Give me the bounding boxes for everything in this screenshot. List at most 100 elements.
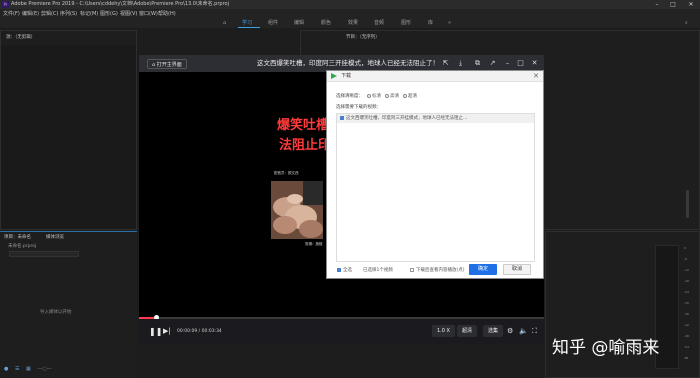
speed-button[interactable]: 1.0 X xyxy=(432,325,455,337)
menu-clip[interactable]: 剪辑(C) xyxy=(41,9,58,19)
icon-view-icon[interactable]: ▦ xyxy=(26,366,31,372)
source-panel-tab[interactable]: 源：（无剪辑） xyxy=(6,34,35,40)
open-after-label: 下载后查看内容播放(点) xyxy=(416,268,465,273)
workspace-color[interactable]: 颜色 xyxy=(321,19,331,28)
workspace-graphics[interactable]: 图形 xyxy=(401,19,411,28)
video-list: 这文西爆笑吐槽，印度阿三开挂模式，地球人已经无法阻止... xyxy=(336,113,535,262)
download-icon[interactable]: ⤓ xyxy=(456,59,465,68)
workspace-assembly[interactable]: 组件 xyxy=(268,19,278,28)
active-workspace-indicator xyxy=(238,27,260,28)
menu-file[interactable]: 文件(F) xyxy=(3,9,20,19)
select-all-checkbox[interactable]: 全选 xyxy=(337,267,352,273)
list-item[interactable]: 这文西爆笑吐槽，印度阿三开挂模式，地球人已经无法阻止... xyxy=(337,114,534,123)
pip-icon[interactable]: ⧉ xyxy=(473,59,482,68)
radio-icon xyxy=(403,93,407,98)
menu-marker[interactable]: 标记(M) xyxy=(80,9,98,19)
open-main-ui-button[interactable]: ⌂ 打开主界面 xyxy=(147,59,187,69)
minimize-icon[interactable]: – xyxy=(650,0,664,9)
menu-view[interactable]: 视图(V) xyxy=(120,9,137,19)
program-panel-tab[interactable]: 节目：（无序列） xyxy=(346,34,380,40)
quality-button[interactable]: 超清 xyxy=(457,325,478,337)
close-icon[interactable]: ✕ xyxy=(530,59,539,68)
video-headline-line2: 法阻止印 xyxy=(279,138,332,153)
project-toolbar: ● ☰ ▦ —○— xyxy=(4,366,52,372)
open-after-checkbox[interactable]: 下载后查看内容播放(点) xyxy=(410,267,465,273)
video-thumbnail xyxy=(271,181,323,239)
premiere-logo-icon: Pr xyxy=(2,1,9,8)
workspace-editing[interactable]: 编辑 xyxy=(294,19,304,28)
app-window: Pr Adobe Premiere Pro 2019 - C:\Users\cd… xyxy=(0,0,700,378)
pause-icon[interactable]: ❚❚ xyxy=(149,327,162,336)
share-icon[interactable]: ⇱ xyxy=(441,59,450,68)
window-title: Adobe Premiere Pro 2019 - C:\Users\cddeh… xyxy=(11,1,229,7)
video-meta-editor: 剪辑：施毅 xyxy=(305,242,323,246)
dialog-close-icon[interactable]: ✕ xyxy=(533,71,539,82)
workspace-libraries[interactable]: 库 xyxy=(428,19,433,28)
search-icon[interactable]: ⌕ xyxy=(685,19,688,28)
program-scrollbar[interactable] xyxy=(686,190,689,218)
menu-sequence[interactable]: 序列(S) xyxy=(60,9,77,19)
quality-option-hd[interactable]: 高清 xyxy=(385,93,399,99)
zoom-slider[interactable]: —○— xyxy=(37,366,51,372)
volume-icon[interactable]: 🔈 xyxy=(519,327,528,336)
dialog-footer: 全选 已选择1个视频 下载后查看内容播放(点) 确定 取消 xyxy=(327,260,543,279)
radio-icon xyxy=(367,93,371,98)
dialog-title: 下载 xyxy=(341,73,352,79)
video-title: 这文西爆笑吐槽，印度阿三开挂模式，地球人已经无法阻止了！ xyxy=(257,59,439,67)
meter-tick: -42 xyxy=(684,323,689,327)
workspace-bar: ⌂ 学习 组件 编辑 颜色 效果 音频 图形 库 » ⌕ xyxy=(0,19,700,28)
menu-graphics[interactable]: 图形(G) xyxy=(100,9,118,19)
tab-media-browser[interactable]: 媒体浏览 xyxy=(46,234,64,240)
more-workspaces-icon[interactable]: » xyxy=(448,19,451,28)
minimize-icon[interactable]: – xyxy=(503,59,512,68)
external-icon[interactable]: ↗ xyxy=(488,59,497,68)
home-icon[interactable]: ⌂ xyxy=(223,19,226,28)
workspace-audio[interactable]: 音频 xyxy=(374,19,384,28)
meter-tick: -18 xyxy=(684,279,689,283)
maximize-icon[interactable]: □ xyxy=(516,59,525,68)
quality-option-label: 标清 xyxy=(372,94,381,99)
maximize-icon[interactable]: □ xyxy=(666,0,680,9)
select-all-label: 全选 xyxy=(343,268,352,273)
dialog-header: 下载 ✕ xyxy=(327,71,543,82)
quality-option-sd[interactable]: 标清 xyxy=(367,93,381,99)
cancel-button[interactable]: 取消 xyxy=(503,264,531,275)
download-dialog: 下载 ✕ 选择清晰度： 标清 高清 超清 选择需要下载的视频： 这文西爆笑吐槽，… xyxy=(326,70,544,279)
menu-window[interactable]: 窗口(W) xyxy=(139,9,158,19)
list-view-icon[interactable]: ☰ xyxy=(15,366,19,372)
zhihu-watermark: 知乎 @喻雨来 xyxy=(552,338,660,358)
fullscreen-icon[interactable]: ⛶ xyxy=(532,327,537,336)
meter-tick: -24 xyxy=(684,290,689,294)
checkbox-checked-icon[interactable] xyxy=(340,115,344,120)
source-monitor xyxy=(1,45,136,229)
meter-tick: -48 xyxy=(684,334,689,338)
meter-tick: -30 xyxy=(684,301,689,305)
meter-tick: -12 xyxy=(684,268,689,272)
tab-project[interactable]: 项目：未命名 xyxy=(4,234,31,240)
project-search-input[interactable] xyxy=(9,251,79,257)
menu-help[interactable]: 帮助(H) xyxy=(158,9,176,19)
title-bar: Pr Adobe Premiere Pro 2019 - C:\Users\cd… xyxy=(0,0,700,9)
project-panel: 项目：未命名 媒体浏览 未命名.prproj 导入媒体以开始 ● ☰ ▦ —○— xyxy=(0,231,137,378)
lock-icon[interactable]: ● xyxy=(4,366,8,372)
meter-tick: 0 xyxy=(684,246,686,250)
checkbox-unchecked-icon xyxy=(410,267,414,272)
select-videos-label: 选择需要下载的视频： xyxy=(336,105,381,110)
close-icon[interactable]: ✕ xyxy=(684,0,698,9)
player-controls: ❚❚ ▶| 00:00:09 / 00:03:34 1.0 X 超清 选集 ⚙ … xyxy=(139,319,544,344)
timecode: 00:00:09 / 00:03:34 xyxy=(177,329,222,334)
settings-icon[interactable]: ⚙ xyxy=(507,327,513,336)
video-thumbnail-image xyxy=(271,181,323,239)
meter-tick: -6 xyxy=(684,257,687,261)
episode-select-button[interactable]: 选集 xyxy=(483,325,504,337)
open-main-ui-label: 打开主界面 xyxy=(156,62,182,68)
checkbox-checked-icon xyxy=(337,267,341,272)
menu-edit[interactable]: 编辑(E) xyxy=(22,9,39,19)
workspace-effects[interactable]: 效果 xyxy=(348,19,358,28)
quality-option-fhd[interactable]: 超清 xyxy=(403,93,417,99)
meter-tick: -54 xyxy=(684,345,689,349)
play-logo-icon xyxy=(331,73,337,79)
ok-button[interactable]: 确定 xyxy=(469,264,497,275)
video-headline-line1: 爆笑吐槽 xyxy=(277,118,330,133)
next-icon[interactable]: ▶| xyxy=(163,327,171,336)
